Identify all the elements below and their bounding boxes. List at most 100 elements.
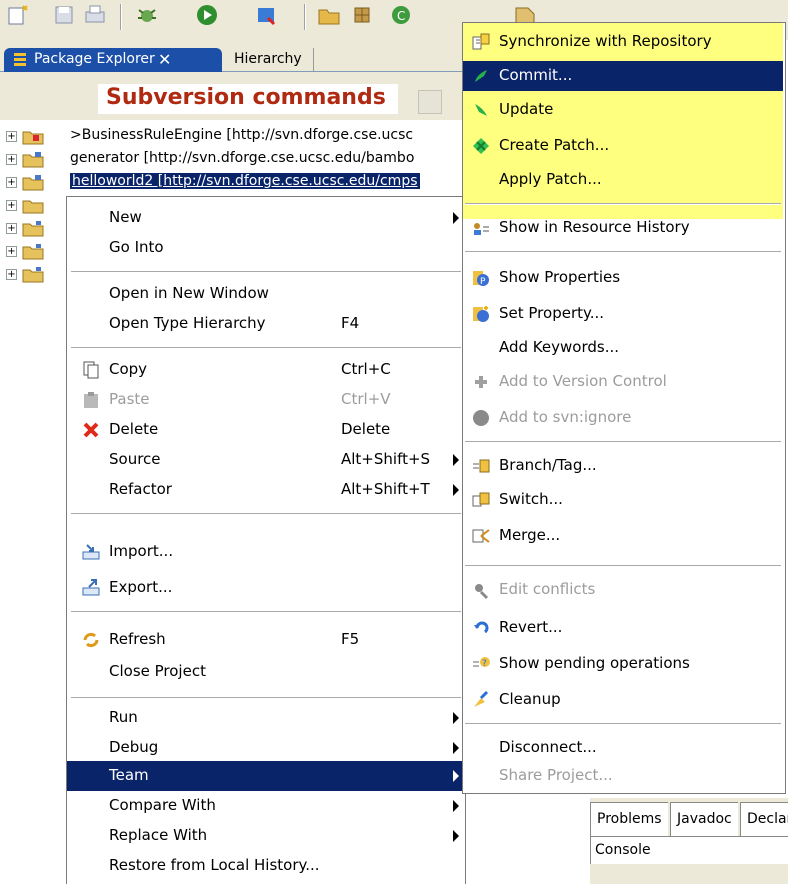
expand-icon[interactable]: + [6,269,17,280]
menu-separator [465,723,781,725]
tree-item[interactable]: + generator [http://svn.dforge.cse.ucsc.… [0,149,470,171]
close-icon[interactable]: ✕ [158,50,171,69]
project-folder-icon [22,175,44,191]
menu-item-cleanup[interactable]: Cleanup [463,685,783,715]
menu-item-disconnect[interactable]: Disconnect... [463,733,783,763]
new-java-project-icon[interactable] [316,2,342,28]
add-to-version-control-icon [475,376,487,388]
menu-item-show-properties[interactable]: P Show Properties [463,263,783,293]
menu-item-label: Close Project [109,662,206,680]
menu-item-copy[interactable]: Copy Ctrl+C [67,355,465,385]
expand-icon[interactable]: + [6,154,17,165]
menu-item-compare-with[interactable]: Compare With [67,791,465,821]
merge-icon [472,529,490,543]
menu-item-branch-tag[interactable]: Branch/Tag... [463,451,783,481]
submenu-arrow-icon [453,800,459,812]
menu-item-merge[interactable]: Merge... [463,521,783,551]
menu-item-refactor[interactable]: Refactor Alt+Shift+T [67,475,465,505]
tree-item[interactable]: + [0,195,70,217]
tree-item-selected[interactable]: + helloworld2 [http://svn.dforge.cse.ucs… [0,172,470,194]
menu-item-label: Cleanup [499,690,561,708]
menu-item-label: Merge... [499,526,561,544]
menu-item-open-in-new-window[interactable]: Open in New Window [67,279,465,309]
expand-icon[interactable]: + [6,223,17,234]
menu-item-synchronize[interactable]: Synchronize with Repository [463,27,783,57]
save-icon[interactable] [52,2,78,28]
menu-separator [465,441,781,443]
menu-item-restore-local-history[interactable]: Restore from Local History... [67,851,465,881]
tree-item[interactable]: + >BusinessRuleEngine [http://svn.dforge… [0,126,470,148]
menu-item-label: Copy [109,360,148,378]
tree-item[interactable]: + [0,218,70,240]
new-package-icon[interactable] [350,2,376,28]
menu-item-switch[interactable]: Switch... [463,485,783,515]
menu-item-revert[interactable]: Revert... [463,613,783,643]
menu-item-shortcut: Alt+Shift+T [341,480,430,498]
tab-package-explorer-label: Package Explorer [34,51,155,67]
menu-item-label: Import... [109,542,174,560]
menu-item-team[interactable]: Team [67,761,465,791]
menu-item-import[interactable]: Import... [67,537,465,567]
menu-item-delete[interactable]: Delete Delete [67,415,465,445]
tab-package-explorer[interactable]: Package Explorer ✕ [4,48,222,72]
menu-item-new[interactable]: New [67,203,465,233]
menu-item-label: Source [109,450,161,468]
menu-item-apply-patch[interactable]: Apply Patch... [463,165,783,195]
tab-hierarchy[interactable]: Hierarchy [222,48,314,72]
expand-icon[interactable]: + [6,131,17,142]
menu-item-update[interactable]: Update [463,95,783,125]
menu-item-label: Switch... [499,490,563,508]
pending-operations-icon: ? [473,657,490,669]
menu-item-run[interactable]: Run [67,703,465,733]
menu-item-open-type-hierarchy[interactable]: Open Type Hierarchy F4 [67,309,465,339]
external-tools-icon[interactable] [254,2,280,28]
menu-item-add-to-svn-ignore: Add to svn:ignore [463,403,783,433]
menu-item-create-patch[interactable]: Create Patch... [463,131,783,161]
project-folder-icon [22,152,44,168]
expand-icon[interactable]: + [6,200,17,211]
menu-separator [465,565,781,567]
tree-item[interactable]: + [0,264,70,286]
print-icon[interactable] [82,2,108,28]
expand-icon[interactable]: + [6,246,17,257]
folder-icon [22,267,44,283]
tab-javadoc[interactable]: Javadoc [670,802,738,836]
tab-problems[interactable]: Problems [590,802,668,836]
menu-item-show-pending-operations[interactable]: ? Show pending operations [463,649,783,679]
menu-item-show-resource-history[interactable]: Show in Resource History [463,213,783,243]
cleanup-icon [474,690,489,707]
menu-item-commit[interactable]: Commit... [463,61,783,91]
submenu-arrow-icon [453,742,459,754]
menu-item-label: Run [109,708,138,726]
menu-item-replace-with[interactable]: Replace With [67,821,465,851]
svg-text:C: C [397,9,405,23]
collapse-all-button[interactable] [418,90,442,114]
import-icon [82,544,100,560]
menu-item-label: Add to svn:ignore [499,408,632,426]
menu-item-set-property[interactable]: Set Property... [463,299,783,329]
delete-icon [83,422,99,438]
tab-console[interactable]: Console [590,836,788,864]
menu-item-export[interactable]: Export... [67,573,465,603]
context-menu: New Go Into Open in New Window Open Type… [66,196,466,884]
tree-item[interactable]: + [0,241,70,263]
menu-item-close-project[interactable]: Close Project [67,657,465,687]
new-wizard-icon[interactable] [6,2,32,28]
run-icon[interactable] [194,2,220,28]
menu-item-refresh[interactable]: Refresh F5 [67,625,465,655]
menu-item-source[interactable]: Source Alt+Shift+S [67,445,465,475]
debug-icon[interactable] [134,2,160,28]
tab-hierarchy-label: Hierarchy [234,51,302,67]
svg-text:P: P [480,277,486,287]
expand-icon[interactable]: + [6,177,17,188]
menu-item-label: Team [109,766,149,784]
bottom-view-stack: Problems Javadoc Declaration Console [590,798,788,884]
tab-declaration[interactable]: Declaration [740,802,788,836]
menu-item-label: Share Project... [499,766,613,784]
svg-text:?: ? [482,659,487,669]
menu-item-add-keywords[interactable]: Add Keywords... [463,333,783,363]
menu-item-debug[interactable]: Debug [67,733,465,763]
menu-item-label: Show Properties [499,268,621,286]
new-class-icon[interactable]: C [388,2,414,28]
menu-item-go-into[interactable]: Go Into [67,233,465,263]
